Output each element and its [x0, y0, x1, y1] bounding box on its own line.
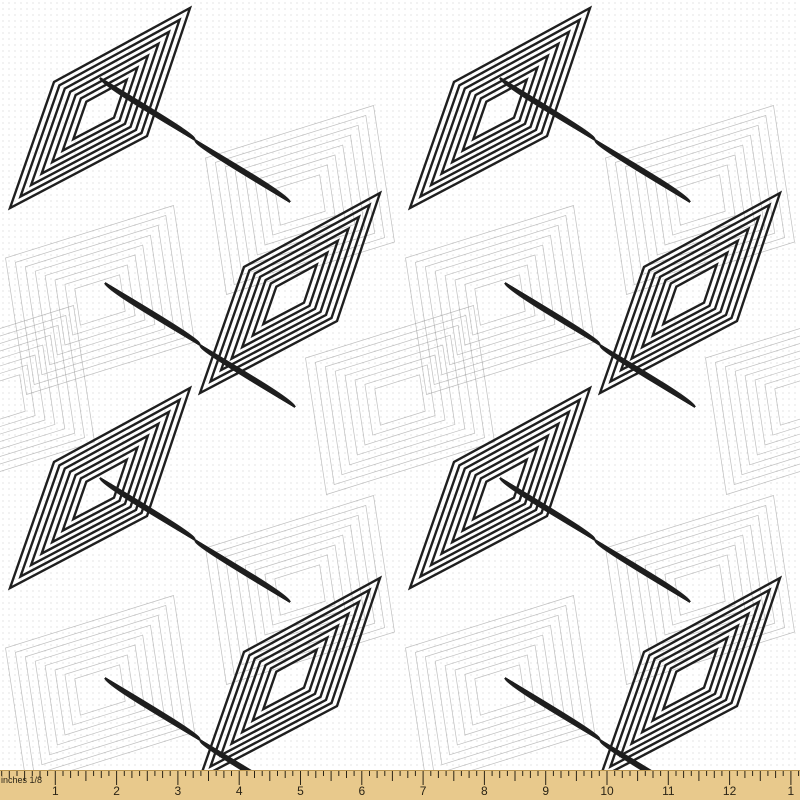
ruler-number: 4 [236, 784, 243, 798]
fabric-dot-texture [0, 0, 800, 770]
ruler-number: 10 [600, 784, 614, 798]
ruler-number: 5 [297, 784, 304, 798]
ruler-number: 2 [113, 784, 120, 798]
ruler-number: 1 [788, 784, 795, 798]
measuring-ruler: inches 1/8 1 2 3 4 5 6 7 8 9 10 11 12 1 [0, 770, 800, 800]
ruler-number: 3 [175, 784, 182, 798]
ruler-number: 9 [542, 784, 549, 798]
ruler-number: 7 [420, 784, 427, 798]
fabric-pattern [0, 0, 800, 770]
fabric-swatch-image: inches 1/8 1 2 3 4 5 6 7 8 9 10 11 12 1 [0, 0, 800, 800]
ruler-number: 11 [662, 784, 675, 798]
ruler-number: 12 [723, 784, 737, 798]
ruler-number: 8 [481, 784, 488, 798]
ruler-unit-label: inches 1/8 [1, 775, 42, 785]
ruler-number: 1 [52, 784, 59, 798]
ruler-number: 6 [358, 784, 365, 798]
